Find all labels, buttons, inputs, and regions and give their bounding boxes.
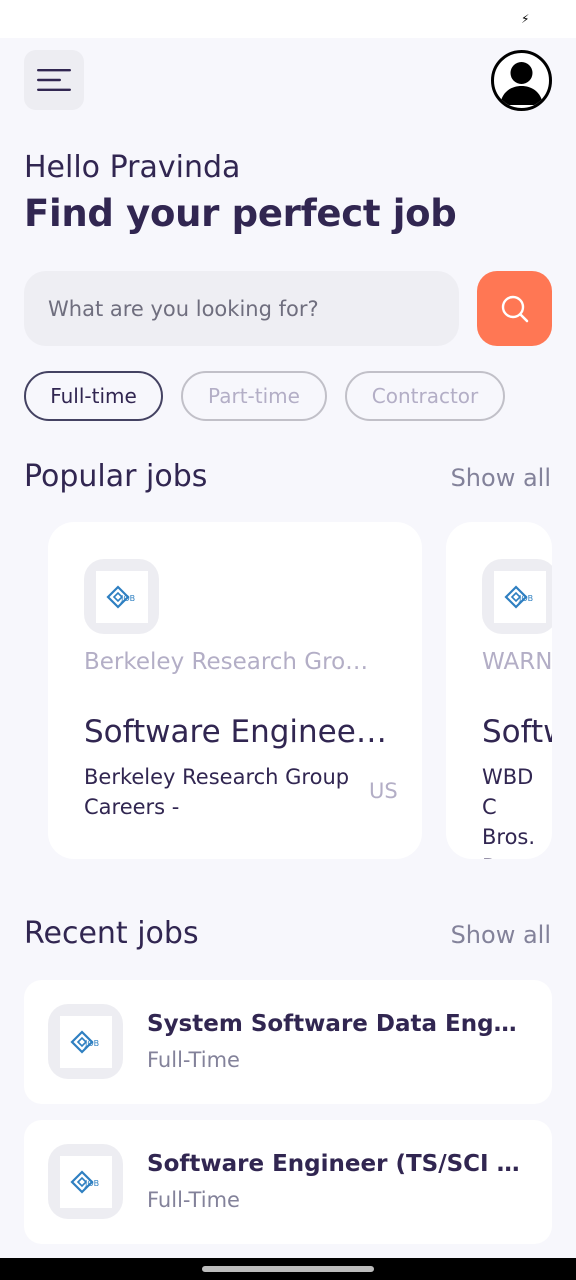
popular-job-card[interactable]: JOB Berkeley Research Gro… Software Engi… bbox=[48, 522, 422, 859]
search-box bbox=[24, 271, 459, 346]
menu-button[interactable] bbox=[24, 50, 84, 110]
company-logo: JOB bbox=[482, 559, 552, 634]
company-logo: JOB bbox=[48, 1144, 123, 1219]
recent-jobs-title: Recent jobs bbox=[24, 916, 199, 951]
job-title: Software Enginee… bbox=[84, 714, 387, 750]
recent-job-title: System Software Data Eng… bbox=[147, 1011, 517, 1037]
charging-icon: ⚡ bbox=[521, 12, 530, 26]
search-input[interactable] bbox=[48, 296, 459, 321]
svg-text:JOB: JOB bbox=[120, 594, 135, 603]
search-button[interactable] bbox=[477, 271, 552, 346]
recent-job-item[interactable]: JOB System Software Data Eng… Full-Time bbox=[24, 980, 552, 1104]
recent-job-title: Software Engineer (TS/SCI … bbox=[147, 1151, 520, 1177]
home-gesture-handle[interactable] bbox=[202, 1266, 374, 1272]
recent-show-all-link[interactable]: Show all bbox=[451, 921, 551, 949]
profile-avatar[interactable] bbox=[491, 50, 552, 111]
user-avatar-icon bbox=[500, 62, 543, 105]
page-headline: Find your perfect job bbox=[24, 192, 457, 235]
status-bar: ⚡ bbox=[0, 0, 576, 38]
company-name: Berkeley Research Gro… bbox=[84, 649, 369, 675]
chip-contractor[interactable]: Contractor bbox=[345, 371, 505, 421]
chip-full-time[interactable]: Full-time bbox=[24, 371, 163, 421]
search-icon bbox=[501, 295, 528, 322]
popular-job-card[interactable]: JOB WARN Softw WBD C Bros. D bbox=[446, 522, 552, 859]
company-logo: JOB bbox=[48, 1004, 123, 1079]
recent-job-type: Full-Time bbox=[147, 1048, 240, 1072]
company-name: WARN bbox=[482, 649, 552, 675]
job-logo-icon: JOB bbox=[69, 1169, 99, 1194]
greeting-text: Hello Pravinda bbox=[24, 150, 241, 185]
svg-text:JOB: JOB bbox=[84, 1039, 99, 1048]
svg-text:JOB: JOB bbox=[84, 1179, 99, 1188]
recent-job-type: Full-Time bbox=[147, 1188, 240, 1212]
recent-job-item[interactable]: JOB Software Engineer (TS/SCI … Full-Tim… bbox=[24, 1120, 552, 1244]
job-title: Softw bbox=[482, 714, 552, 750]
job-logo-icon: JOB bbox=[503, 584, 533, 609]
svg-text:JOB: JOB bbox=[518, 594, 533, 603]
job-country: US bbox=[369, 779, 398, 803]
job-logo-icon: JOB bbox=[105, 584, 135, 609]
company-logo: JOB bbox=[84, 559, 159, 634]
job-publisher: WBD C Bros. D bbox=[482, 765, 536, 859]
popular-show-all-link[interactable]: Show all bbox=[451, 464, 551, 492]
popular-jobs-title: Popular jobs bbox=[24, 459, 208, 494]
chip-part-time[interactable]: Part-time bbox=[181, 371, 327, 421]
job-publisher: Berkeley Research Group Careers - bbox=[84, 765, 350, 819]
job-logo-icon: JOB bbox=[69, 1029, 99, 1054]
menu-icon bbox=[37, 69, 71, 91]
